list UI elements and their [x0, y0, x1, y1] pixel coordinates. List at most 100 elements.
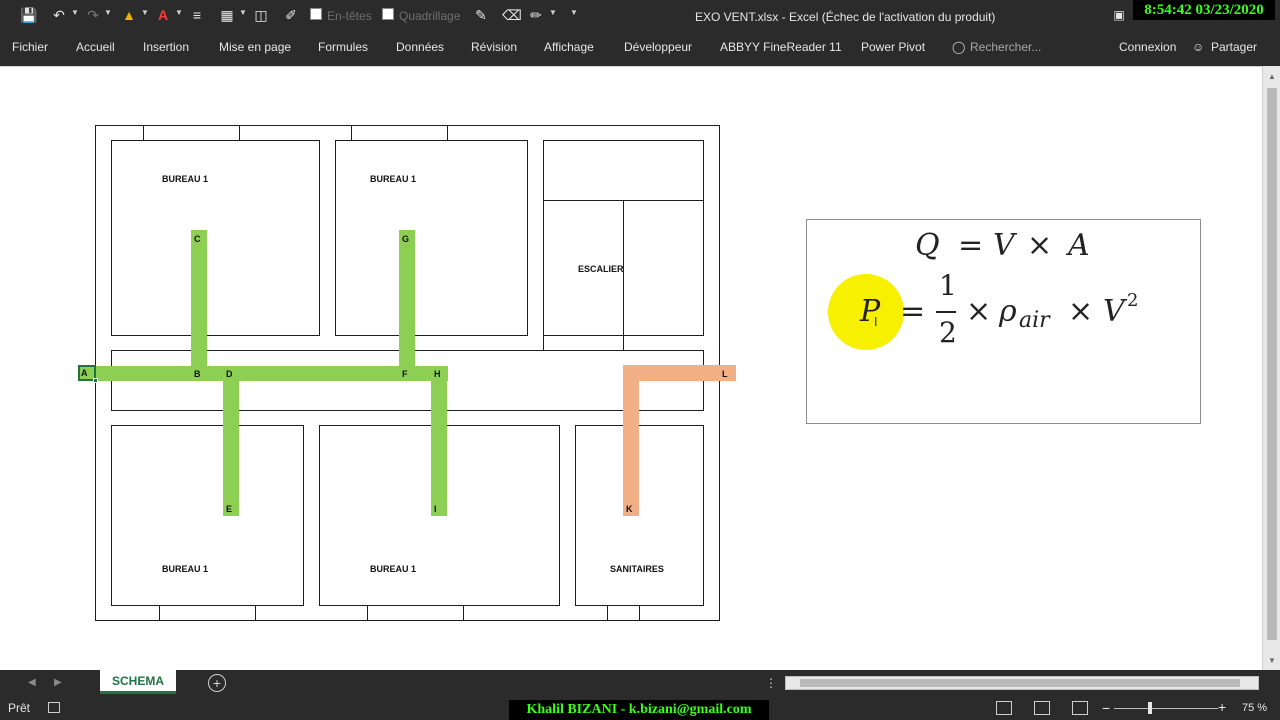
tab-developpeur[interactable]: Développeur — [624, 40, 692, 54]
ribbon-display-icon[interactable]: ▣ — [1110, 6, 1128, 24]
tab-insertion[interactable]: Insertion — [143, 40, 189, 54]
align-icon[interactable]: ≡ — [188, 6, 206, 24]
window-mark — [607, 606, 608, 621]
pen-color-dropdown-icon[interactable]: ▼ — [549, 9, 557, 17]
font-color-dropdown-icon[interactable]: ▼ — [175, 9, 183, 17]
zoom-out-icon[interactable]: − — [1102, 700, 1110, 716]
duct-branch-bc — [191, 230, 207, 381]
share-icon[interactable]: ☺ — [1192, 40, 1204, 54]
duct-branch-fg — [399, 230, 415, 381]
window-mark — [367, 606, 368, 621]
fill-color-icon[interactable]: ▲ — [120, 6, 138, 24]
borders-icon[interactable]: ▦ — [218, 6, 236, 24]
macro-record-icon[interactable] — [48, 702, 60, 713]
formula-equals: = — [958, 228, 984, 263]
zoom-in-icon[interactable]: + — [1218, 699, 1226, 715]
tab-abbyy[interactable]: ABBYY FineReader 11 — [720, 40, 842, 54]
status-ready: Prêt — [8, 701, 31, 715]
tab-donnees[interactable]: Données — [396, 40, 444, 54]
window-mark — [239, 125, 240, 140]
redo-icon[interactable]: ↷ — [84, 6, 102, 24]
borders-dropdown-icon[interactable]: ▼ — [239, 9, 247, 17]
formula-denominator: 2 — [939, 316, 957, 349]
duct-branch-hi — [431, 366, 447, 516]
save-icon[interactable]: 💾 — [20, 6, 38, 24]
tell-me-search[interactable]: Rechercher... — [970, 40, 1041, 54]
tab-affichage[interactable]: Affichage — [544, 40, 594, 54]
vertical-scroll-thumb[interactable] — [1267, 88, 1277, 640]
format-painter-icon[interactable]: ✐ — [282, 6, 300, 24]
exhaust-duct-branch — [623, 365, 639, 516]
zoom-slider[interactable] — [1114, 708, 1218, 709]
node-label-c: C — [194, 234, 201, 244]
node-label-k: K — [626, 504, 633, 514]
tab-accueil[interactable]: Accueil — [76, 40, 115, 54]
room-label: BUREAU 1 — [370, 564, 417, 574]
fraction-bar — [936, 311, 956, 313]
node-label-a: A — [81, 368, 88, 378]
customize-qat-icon[interactable]: ▼ — [570, 9, 578, 17]
pen-color-icon[interactable]: ✏ — [527, 6, 545, 24]
picture-icon[interactable]: ◫ — [252, 6, 270, 24]
room-bureau-bot-left — [111, 425, 304, 606]
horizontal-scroll-thumb[interactable] — [800, 679, 1240, 687]
fill-handle[interactable] — [93, 378, 98, 383]
headers-label: En-têtes — [327, 9, 372, 23]
window-mark — [255, 606, 256, 621]
fill-color-dropdown-icon[interactable]: ▼ — [141, 9, 149, 17]
tab-revision[interactable]: Révision — [471, 40, 517, 54]
formula-v-squared: V — [1103, 294, 1125, 329]
window-mark — [463, 606, 464, 621]
redo-dropdown-icon[interactable]: ▼ — [104, 9, 112, 17]
zoom-slider-thumb[interactable] — [1148, 702, 1152, 714]
room-label: BUREAU 1 — [370, 174, 417, 184]
next-sheet-icon[interactable]: ▶ — [54, 677, 62, 688]
formula-times: × — [1027, 228, 1053, 263]
room-label: SANITAIRES — [610, 564, 664, 574]
sheet-tab-schema[interactable]: SCHEMA — [100, 670, 176, 694]
tab-mise-en-page[interactable]: Mise en page — [219, 40, 291, 54]
window-mark — [143, 125, 144, 140]
window-mark — [351, 125, 352, 140]
formula-q: Q — [915, 228, 940, 263]
gridlines-checkbox[interactable] — [382, 8, 394, 20]
tab-fichier[interactable]: Fichier — [12, 40, 48, 54]
window-mark — [639, 606, 640, 621]
room-sanitaires — [575, 425, 704, 606]
node-label-i: I — [434, 504, 437, 514]
normal-view-icon[interactable] — [996, 701, 1012, 715]
undo-dropdown-icon[interactable]: ▼ — [71, 9, 79, 17]
scroll-up-icon[interactable]: ▲ — [1263, 70, 1280, 84]
vertical-scrollbar[interactable]: ▲ ▼ — [1262, 66, 1280, 670]
eraser-icon[interactable]: ⌫ — [502, 6, 522, 24]
add-sheet-button[interactable]: + — [208, 674, 226, 692]
formula-times: × — [966, 294, 992, 329]
tab-formules[interactable]: Formules — [318, 40, 368, 54]
gridlines-label: Quadrillage — [399, 9, 461, 23]
edit-icon[interactable]: ✎ — [472, 6, 490, 24]
room-bureau-top-left — [111, 140, 320, 336]
prev-sheet-icon[interactable]: ◀ — [28, 677, 36, 688]
main-duct — [96, 366, 448, 381]
page-break-view-icon[interactable] — [1072, 701, 1088, 715]
undo-icon[interactable]: ↶ — [50, 6, 68, 24]
excel-window: 💾 ↶ ▼ ↷ ▼ ▲ ▼ A ▼ ≡ ▦ ▼ ◫ ✐ En-têtes Qua… — [0, 0, 1280, 720]
node-label-b: B — [194, 369, 201, 379]
ribbon-tabs: Fichier Accueil Insertion Mise en page F… — [0, 32, 1280, 66]
tabs-menu-icon[interactable]: ⋮ — [765, 676, 777, 690]
signin-link[interactable]: Connexion — [1119, 40, 1176, 54]
exhaust-duct — [623, 365, 736, 381]
font-color-icon[interactable]: A — [154, 6, 172, 24]
horizontal-scrollbar[interactable] — [785, 676, 1259, 690]
duct-branch-de — [223, 366, 239, 516]
tab-power-pivot[interactable]: Power Pivot — [861, 40, 925, 54]
zoom-level[interactable]: 75 % — [1242, 702, 1267, 714]
formula-subscript-air: air — [1019, 308, 1050, 333]
headers-checkbox[interactable] — [310, 8, 322, 20]
page-layout-view-icon[interactable] — [1034, 701, 1050, 715]
stair-divider — [543, 336, 544, 350]
node-label-f: F — [402, 369, 408, 379]
scroll-down-icon[interactable]: ▼ — [1263, 654, 1280, 668]
share-button[interactable]: Partager — [1211, 40, 1257, 54]
text-cursor-icon: I — [874, 315, 878, 329]
